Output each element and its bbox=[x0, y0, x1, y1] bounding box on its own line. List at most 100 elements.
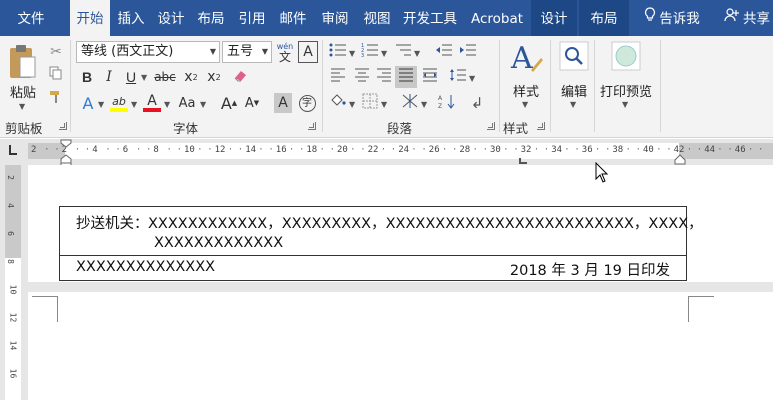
change-case-button[interactable]: Aa bbox=[174, 93, 200, 113]
divider bbox=[322, 40, 323, 132]
ruler-tick-label: 44 bbox=[704, 145, 716, 155]
tab-acrobat[interactable]: Acrobat bbox=[466, 0, 528, 36]
tab-developer[interactable]: 开发工具 bbox=[398, 0, 462, 36]
highlight-dropdown-arrow[interactable]: ▼ bbox=[131, 100, 137, 109]
increase-indent-button[interactable] bbox=[457, 42, 479, 62]
tab-stop-marker[interactable] bbox=[519, 158, 527, 164]
multilevel-dropdown-arrow[interactable]: ▼ bbox=[414, 49, 420, 58]
share-button[interactable]: 共享 bbox=[724, 0, 773, 36]
tab-selector[interactable] bbox=[0, 139, 28, 165]
phonetic-guide-button[interactable]: wén 文 bbox=[275, 40, 295, 64]
character-shading-button[interactable]: A bbox=[274, 93, 292, 113]
cut-button[interactable]: ✂ bbox=[46, 42, 66, 62]
tab-home[interactable]: 开始 bbox=[70, 0, 110, 38]
ruler-tick-mark: · bbox=[360, 145, 366, 155]
tab-references[interactable]: 引用 bbox=[233, 0, 271, 36]
multilevel-list-button[interactable] bbox=[392, 42, 414, 62]
clipboard-launcher-icon[interactable] bbox=[59, 122, 67, 130]
copy-icon bbox=[49, 66, 63, 84]
horizontal-ruler[interactable]: 2 · · 2 · · 4 · · 6 · · 8 · · 10 · · 12 · · 14 · · 16 · · 18 · · 20 · · 2… bbox=[28, 143, 773, 159]
text-effects-dropdown-arrow[interactable]: ▼ bbox=[98, 100, 104, 109]
enclose-characters-button[interactable]: 字 bbox=[297, 93, 317, 113]
clear-formatting-button[interactable] bbox=[230, 67, 250, 87]
styles-gallery-button[interactable]: A bbox=[506, 40, 546, 80]
grow-font-button[interactable]: A ▲ bbox=[220, 92, 238, 114]
styles-launcher-icon[interactable] bbox=[537, 122, 545, 130]
paste-dropdown-arrow[interactable]: ▼ bbox=[19, 102, 25, 111]
numbering-button[interactable]: 123 bbox=[359, 42, 381, 62]
bold-button[interactable]: B bbox=[78, 67, 96, 87]
print-preview-dropdown-arrow[interactable]: ▼ bbox=[622, 100, 628, 109]
borders-icon bbox=[362, 93, 378, 113]
align-center-button[interactable] bbox=[351, 67, 373, 87]
styles-dropdown-arrow[interactable]: ▼ bbox=[522, 100, 528, 109]
tell-me-label: 告诉我 bbox=[659, 11, 700, 27]
underline-button[interactable]: U bbox=[122, 67, 140, 87]
borders-button[interactable] bbox=[359, 93, 381, 113]
copy-button[interactable] bbox=[46, 65, 66, 85]
font-name-combo[interactable]: 等线 (西文正文) ▼ bbox=[76, 41, 220, 63]
ruler-tick-mark: · bbox=[197, 145, 203, 155]
chinese-layout-button[interactable] bbox=[399, 93, 421, 113]
distributed-button[interactable] bbox=[419, 67, 441, 87]
sort-button[interactable]: AZ bbox=[436, 93, 458, 113]
paragraph-launcher-icon[interactable] bbox=[487, 122, 495, 130]
tab-design[interactable]: 设计 bbox=[152, 0, 190, 36]
vruler-tick-label: 10 bbox=[8, 284, 18, 295]
superscript-label: x bbox=[207, 69, 216, 85]
editing-button[interactable] bbox=[556, 40, 592, 76]
show-marks-button[interactable]: ↲ bbox=[466, 93, 488, 113]
borders-dropdown-arrow[interactable]: ▼ bbox=[381, 100, 387, 109]
superscript-button[interactable]: x2 bbox=[203, 67, 225, 87]
align-right-button[interactable] bbox=[373, 67, 395, 87]
tab-review[interactable]: 审阅 bbox=[315, 0, 355, 36]
numbering-dropdown-arrow[interactable]: ▼ bbox=[381, 49, 387, 58]
print-preview-button[interactable] bbox=[608, 40, 644, 76]
highlight-button[interactable]: ab bbox=[108, 92, 130, 114]
strikethrough-button[interactable]: abc bbox=[152, 67, 178, 87]
tab-view[interactable]: 视图 bbox=[357, 0, 397, 36]
paint-bucket-icon bbox=[329, 93, 347, 113]
tell-me-box[interactable]: 告诉我 bbox=[636, 0, 708, 36]
shading-button[interactable] bbox=[327, 93, 349, 113]
decrease-indent-button[interactable] bbox=[433, 42, 455, 62]
print-preview-label: 打印预览 bbox=[599, 85, 652, 100]
change-case-dropdown-arrow[interactable]: ▼ bbox=[200, 100, 206, 109]
ruler-tick-mark: · bbox=[564, 145, 570, 155]
multilevel-list-icon bbox=[394, 43, 412, 61]
font-color-dropdown-arrow[interactable]: ▼ bbox=[164, 100, 170, 109]
bullets-dropdown-arrow[interactable]: ▼ bbox=[349, 49, 355, 58]
tab-table-layout[interactable]: 布局 bbox=[579, 0, 629, 36]
issue-table-row[interactable]: XXXXXXXXXXXXXX 2018 年 3 月 19 日印发 bbox=[59, 255, 687, 281]
shading-dropdown-arrow[interactable]: ▼ bbox=[349, 100, 355, 109]
shrink-font-button[interactable]: A ▼ bbox=[243, 92, 261, 114]
line-spacing-button[interactable] bbox=[447, 67, 469, 87]
editing-dropdown-arrow[interactable]: ▼ bbox=[570, 100, 576, 109]
bullets-button[interactable] bbox=[327, 42, 349, 62]
format-painter-button[interactable] bbox=[46, 89, 66, 109]
tab-insert[interactable]: 插入 bbox=[112, 0, 150, 36]
cc-table-row[interactable]: 抄送机关： XXXXXXXXXXXX，XXXXXXXXX，XXXXXXXXXXX… bbox=[59, 206, 703, 256]
ribbon-tab-bar: 文件 开始 插入 设计 布局 引用 邮件 审阅 视图 开发工具 Acrobat … bbox=[0, 0, 773, 38]
italic-button[interactable]: I bbox=[100, 67, 118, 87]
justify-button[interactable] bbox=[395, 66, 417, 88]
tab-table-design[interactable]: 设计 bbox=[531, 0, 577, 36]
font-launcher-icon[interactable] bbox=[308, 122, 316, 130]
tab-file[interactable]: 文件 bbox=[4, 0, 58, 36]
subscript-button[interactable]: x2 bbox=[180, 67, 202, 87]
chinese-layout-dropdown-arrow[interactable]: ▼ bbox=[421, 100, 427, 109]
vertical-ruler[interactable]: 2 4 6 8 10 12 14 16 bbox=[5, 165, 21, 400]
font-size-combo[interactable]: 五号 ▼ bbox=[222, 41, 272, 63]
ruler-tick-label: 28 bbox=[459, 145, 471, 155]
tab-layout[interactable]: 布局 bbox=[192, 0, 230, 36]
tab-mailings[interactable]: 邮件 bbox=[273, 0, 313, 36]
underline-dropdown-arrow[interactable]: ▼ bbox=[141, 73, 147, 82]
line-spacing-dropdown-arrow[interactable]: ▼ bbox=[469, 74, 475, 83]
text-effects-button[interactable]: A bbox=[78, 93, 98, 113]
font-color-button[interactable]: A bbox=[141, 92, 163, 114]
paste-button[interactable] bbox=[4, 42, 40, 86]
character-border-button[interactable]: A bbox=[298, 41, 318, 63]
align-left-button[interactable] bbox=[327, 67, 349, 87]
ruler-tick-mark: · bbox=[298, 145, 305, 155]
ruler-tick-label: 22 bbox=[367, 145, 379, 155]
